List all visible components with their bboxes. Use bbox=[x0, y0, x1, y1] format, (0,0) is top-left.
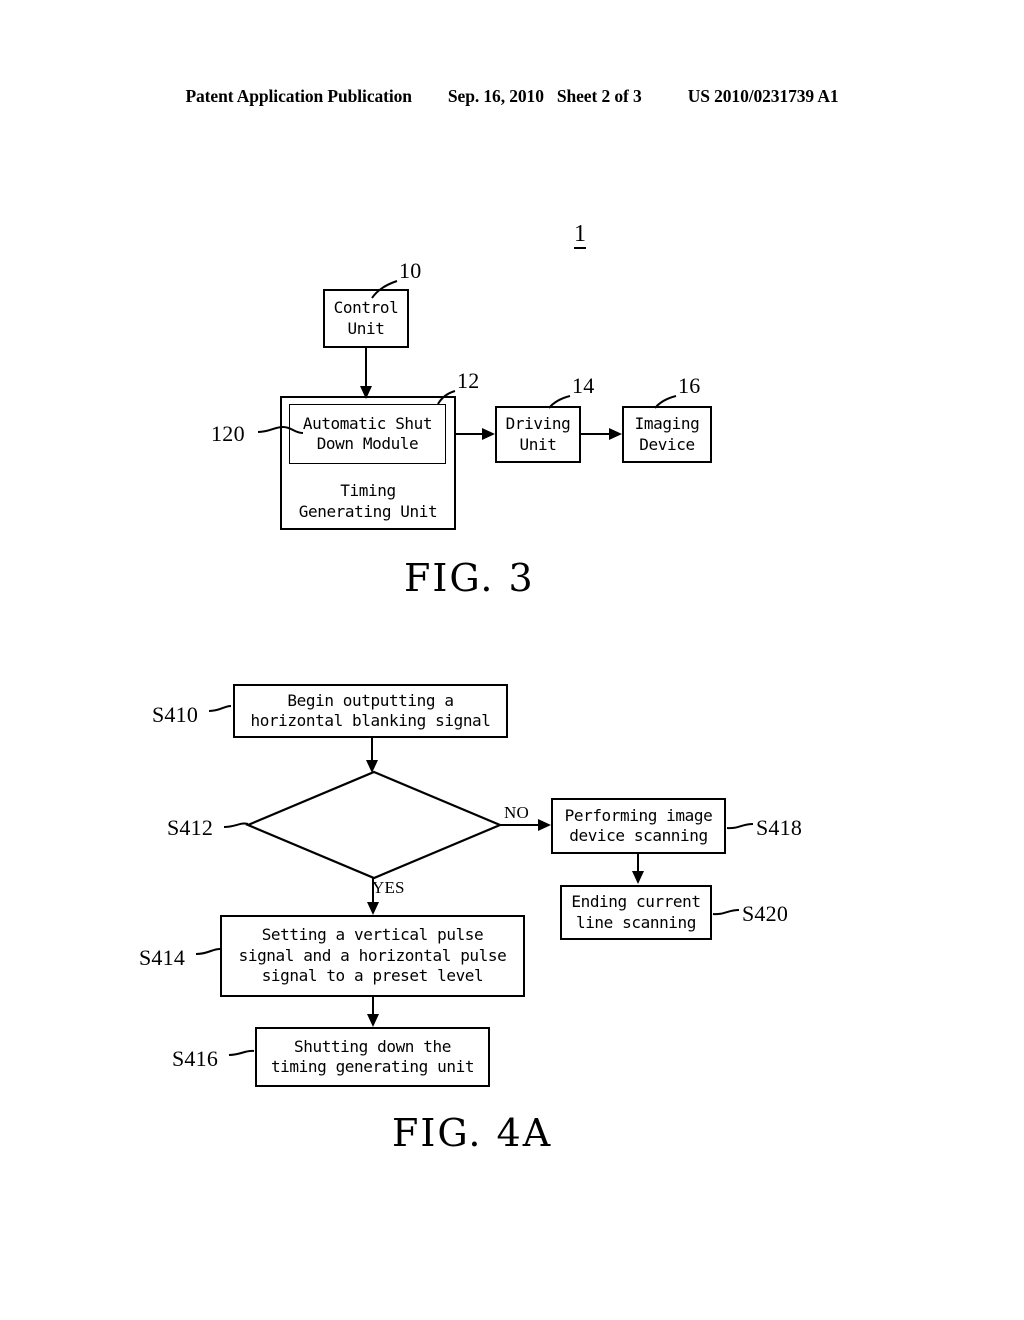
step-ref-s416: S416 bbox=[172, 1046, 219, 1071]
step-ref-s418: S418 bbox=[756, 815, 803, 840]
arrow-driving-to-imaging-head bbox=[609, 428, 622, 440]
arrow-s414-to-s416-head bbox=[367, 1014, 379, 1027]
ref-12: 12 bbox=[457, 368, 480, 393]
sheet-header: Patent Application Publication Sep. 16, 2… bbox=[0, 86, 1024, 107]
step-ref-s420: S420 bbox=[742, 901, 789, 926]
step-s418-label: Performing image device scanning bbox=[564, 805, 713, 845]
figure-3-caption: FIG. 3 bbox=[404, 556, 535, 600]
header-patent-number: US 2010/0231739 A1 bbox=[687, 86, 839, 106]
block-automatic-shut-down-module-label: Automatic Shut Down Module bbox=[302, 413, 433, 453]
arrow-timing-to-driving-head bbox=[482, 428, 495, 440]
ref-10: 10 bbox=[399, 258, 422, 283]
arrow-s418-to-s420-head bbox=[632, 871, 644, 884]
step-s410-label: Begin outputting a horizontal blanking s… bbox=[250, 690, 491, 730]
step-s416-label: Shutting down the timing generating unit bbox=[270, 1036, 475, 1076]
step-s418-box: Performing image device scanning bbox=[551, 798, 726, 854]
leader-s410 bbox=[208, 705, 232, 712]
step-ref-s410: S410 bbox=[152, 702, 199, 727]
block-imaging-device: Imaging Device bbox=[622, 406, 712, 463]
block-automatic-shut-down-module: Automatic Shut Down Module bbox=[289, 404, 446, 464]
block-control-unit: Control Unit bbox=[323, 289, 409, 348]
leader-s416 bbox=[228, 1049, 255, 1056]
arrow-s410-to-s412-head bbox=[366, 760, 378, 773]
block-timing-generating-unit-label: Timing Generating Unit bbox=[298, 481, 438, 521]
branch-label-yes: YES bbox=[372, 878, 405, 897]
step-s420-label: Ending current line scanning bbox=[571, 892, 701, 932]
arrow-no-to-s418-head bbox=[538, 819, 551, 831]
figure-4a-caption: FIG. 4A bbox=[392, 1111, 553, 1155]
leader-s412 bbox=[223, 822, 249, 828]
block-driving-unit: Driving Unit bbox=[495, 406, 581, 463]
patent-drawing-sheet: Patent Application Publication Sep. 16, 2… bbox=[0, 0, 1024, 1320]
arrow-yes-to-s414-head bbox=[367, 902, 379, 915]
block-driving-unit-label: Driving Unit bbox=[505, 414, 571, 454]
leader-s418 bbox=[726, 823, 754, 830]
block-imaging-device-label: Imaging Device bbox=[634, 414, 700, 454]
step-s414-box: Setting a vertical pulse signal and a ho… bbox=[220, 915, 525, 997]
step-s420-box: Ending current line scanning bbox=[560, 885, 712, 940]
header-date: Sep. 16, 2010 bbox=[447, 86, 544, 106]
step-s410-box: Begin outputting a horizontal blanking s… bbox=[233, 684, 508, 738]
block-control-unit-label: Control Unit bbox=[333, 298, 399, 338]
leader-s420 bbox=[712, 909, 740, 916]
ref-14: 14 bbox=[572, 373, 595, 398]
step-ref-s412: S412 bbox=[167, 815, 214, 840]
branch-label-no: NO bbox=[504, 803, 529, 822]
step-s416-box: Shutting down the timing generating unit bbox=[255, 1027, 490, 1087]
header-publication: Patent Application Publication bbox=[185, 86, 412, 106]
leader-s414 bbox=[195, 948, 221, 955]
figure-3-system-number: 1 bbox=[574, 221, 586, 249]
ref-120: 120 bbox=[211, 421, 245, 446]
ref-16: 16 bbox=[678, 373, 701, 398]
step-s412-label: Received a reset signal bbox=[318, 804, 430, 844]
header-sheet: Sheet 2 of 3 bbox=[556, 86, 642, 106]
step-s412-decision: Received a reset signal bbox=[288, 800, 460, 850]
step-ref-s414: S414 bbox=[139, 945, 186, 970]
step-s414-label: Setting a vertical pulse signal and a ho… bbox=[238, 925, 507, 986]
